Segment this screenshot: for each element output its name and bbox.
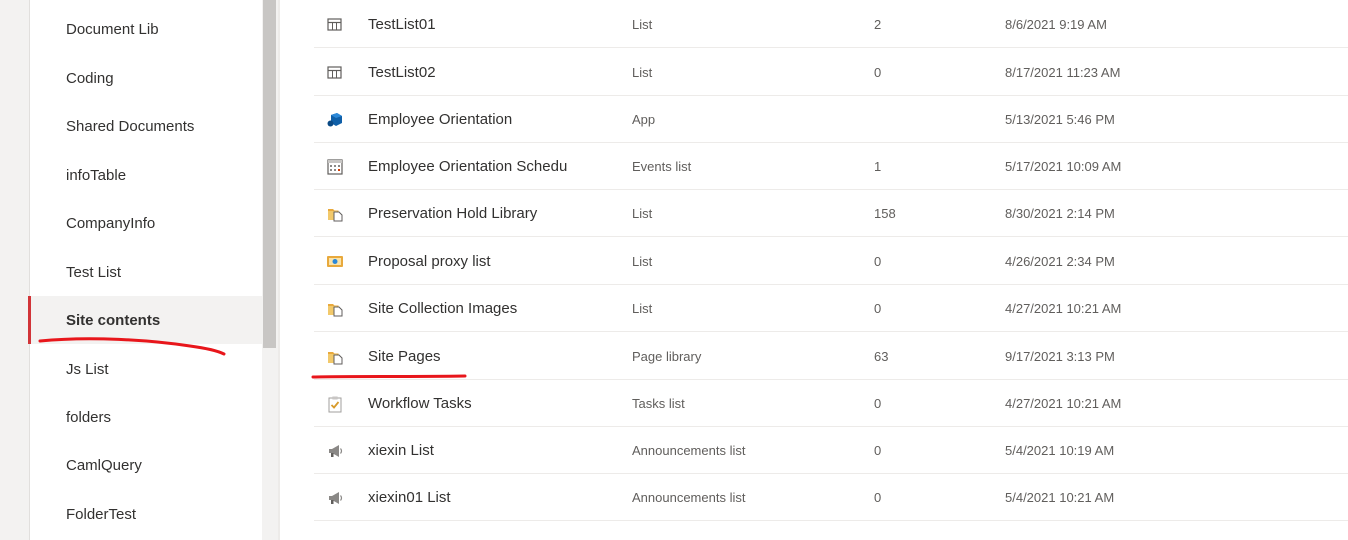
list-type: Events list [632,159,692,174]
list-row[interactable]: xiexin List Announcements list 0 5/4/202… [314,427,1348,474]
nav-item-site-contents[interactable]: Site contents [28,296,262,344]
nav-item-test-list[interactable]: Test List [30,248,262,296]
list-name-link[interactable]: xiexin01 List [368,474,451,521]
list-row[interactable]: Workflow Tasks Tasks list 0 4/27/2021 10… [314,380,1348,427]
list-type: List [632,301,653,316]
list-type: List [632,17,653,32]
list-modified: 4/27/2021 10:21 AM [1005,396,1122,411]
nav-item-label: Test List [66,263,122,281]
list-name-link[interactable]: Site Collection Images [368,285,517,332]
app-icon [326,111,344,129]
list-row[interactable]: Proposal proxy list List 0 4/26/2021 2:3… [314,238,1348,285]
picture-library-icon [326,253,344,271]
list-modified: 5/13/2021 5:46 PM [1005,112,1115,127]
library-icon [326,205,344,223]
list-item-count: 0 [874,301,882,316]
list-row[interactable]: Site Pages Page library 63 9/17/2021 3:1… [314,333,1348,380]
nav-item-shared-documents[interactable]: Shared Documents [30,102,262,150]
list-icon [326,16,344,34]
list-row[interactable]: Employee Orientation Schedu Events list … [314,143,1348,190]
list-modified: 8/30/2021 2:14 PM [1005,206,1115,221]
nav-item-document-lib[interactable]: Document Lib [30,5,262,53]
list-name-link[interactable]: Employee Orientation Schedu [368,143,567,190]
list-modified: 5/4/2021 10:21 AM [1005,490,1115,505]
library-icon [326,348,344,366]
list-type: List [632,206,653,221]
list-item-count: 2 [874,17,882,32]
nav-item-label: Coding [66,69,114,87]
megaphone-icon [326,489,344,507]
list-item-count: 0 [874,396,882,411]
list-item-count: 0 [874,443,882,458]
nav-item-companyinfo[interactable]: CompanyInfo [30,199,262,247]
list-item-count: 0 [874,254,882,269]
nav-item-label: infoTable [66,166,127,184]
left-gutter [0,0,30,540]
list-modified: 9/17/2021 3:13 PM [1005,349,1115,364]
list-modified: 5/17/2021 10:09 AM [1005,159,1122,174]
list-modified: 8/17/2021 11:23 AM [1005,65,1121,80]
nav-item-label: Document Lib [66,20,159,38]
megaphone-icon [326,442,344,460]
list-type: Announcements list [632,490,746,505]
nav-item-coding[interactable]: Coding [30,54,262,102]
list-type: App [632,112,656,127]
nav-item-label: Site contents [66,311,161,329]
list-name-link[interactable]: TestList02 [368,49,436,96]
nav-item-infotable[interactable]: infoTable [30,151,262,199]
quick-launch-nav: Document Lib Coding Shared Documents inf… [28,0,262,540]
list-type: List [632,254,653,269]
nav-item-folders[interactable]: folders [30,393,262,441]
list-name-link[interactable]: Site Pages [368,333,441,380]
list-row[interactable]: xiexin01 List Announcements list 0 5/4/2… [314,474,1348,521]
list-row[interactable]: Site Collection Images List 0 4/27/2021 … [314,285,1348,332]
nav-item-label: Shared Documents [66,117,195,135]
nav-item-js-list[interactable]: Js List [30,345,262,393]
list-row[interactable]: TestList01 List 2 8/6/2021 9:19 AM [314,1,1348,48]
list-modified: 8/6/2021 9:19 AM [1005,17,1107,32]
nav-item-label: CamlQuery [66,456,142,474]
list-item-count: 158 [874,206,896,221]
nav-item-label: folders [66,408,112,426]
list-name-link[interactable]: Workflow Tasks [368,380,472,427]
list-name-link[interactable]: Proposal proxy list [368,238,491,285]
nav-item-foldertest[interactable]: FolderTest [30,490,262,538]
list-icon [326,64,344,82]
nav-item-label: CompanyInfo [66,214,156,232]
nav-item-label: FolderTest [66,505,137,523]
tasks-icon [326,395,344,413]
list-modified: 4/27/2021 10:21 AM [1005,301,1122,316]
list-row[interactable]: Employee Orientation App 5/13/2021 5:46 … [314,96,1348,143]
list-modified: 5/4/2021 10:19 AM [1005,443,1115,458]
list-type: Announcements list [632,443,746,458]
list-name-link[interactable]: Employee Orientation [368,96,512,143]
list-item-count: 63 [874,349,889,364]
list-row[interactable]: Preservation Hold Library List 158 8/30/… [314,190,1348,237]
list-name-link[interactable]: Preservation Hold Library [368,190,537,237]
calendar-icon [326,158,344,176]
list-item-count: 0 [874,65,882,80]
nav-item-camlquery[interactable]: CamlQuery [30,441,262,489]
list-name-link[interactable]: xiexin List [368,427,434,474]
list-modified: 4/26/2021 2:34 PM [1005,254,1115,269]
nav-item-label: Js List [66,360,109,378]
list-item-count: 0 [874,490,882,505]
list-name-link[interactable]: TestList01 [368,1,436,48]
nav-scrollbar-thumb[interactable] [263,0,276,348]
list-type: List [632,65,653,80]
list-row[interactable]: TestList02 List 0 8/17/2021 11:23 AM [314,49,1348,96]
library-icon [326,300,344,318]
list-type: Tasks list [632,396,685,411]
list-item-count: 1 [874,159,882,174]
divider [278,0,280,540]
list-type: Page library [632,349,702,364]
